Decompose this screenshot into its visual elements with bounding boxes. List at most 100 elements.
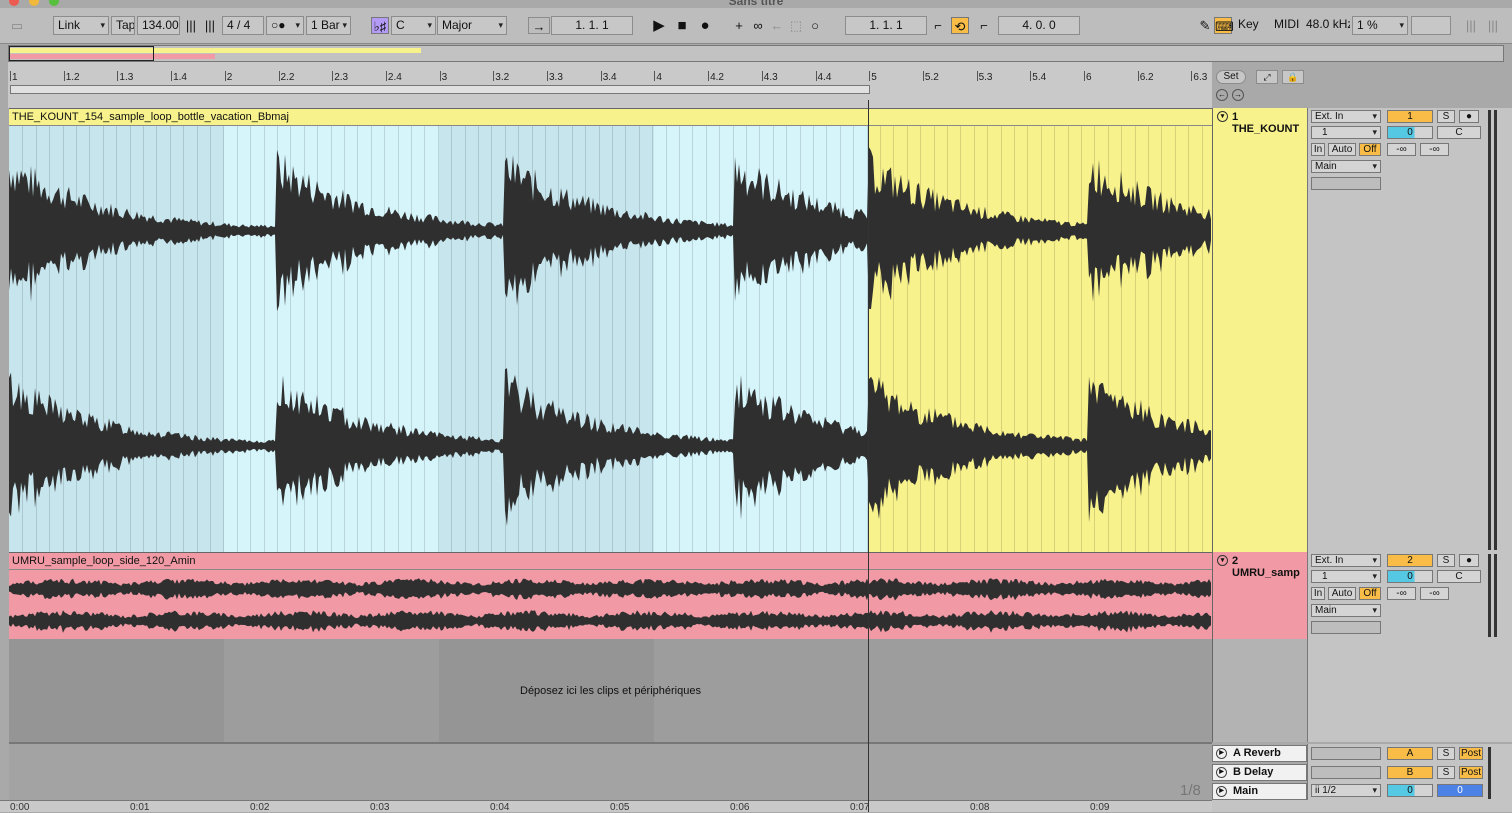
monitor-auto-button[interactable]: Auto (1328, 143, 1356, 156)
main-output-dropdown[interactable]: ii 1/2 (1311, 784, 1381, 797)
fold-icon[interactable]: ▾ (1217, 111, 1228, 122)
metronome-icon[interactable]: ||| (182, 17, 200, 34)
link-button[interactable]: Link (53, 16, 109, 35)
midi-map-button[interactable]: MIDI (1270, 16, 1302, 35)
track-play-icon[interactable]: ▶ (1216, 786, 1227, 797)
loop-circle-icon[interactable]: ○ (806, 17, 824, 34)
tempo-field[interactable]: 134.00 (137, 16, 180, 35)
loop-switch-icon[interactable]: ⟲ (951, 17, 969, 34)
follow-icon[interactable]: → (528, 17, 550, 34)
draw-mode-icon[interactable]: ✎ (1196, 17, 1214, 34)
play-icon[interactable]: ▶ (650, 17, 668, 34)
return-a-input[interactable] (1311, 747, 1381, 760)
track-activator[interactable]: 2 (1387, 554, 1433, 567)
capture-icon[interactable]: ⬚ (787, 17, 805, 34)
stop-icon[interactable]: ■ (673, 17, 691, 34)
clip-name[interactable]: THE_KOUNT_154_sample_loop_bottle_vacatio… (9, 109, 1212, 126)
metronome-settings[interactable]: ○● (266, 16, 304, 35)
expand-icon[interactable]: ⤢ (1256, 70, 1278, 84)
return-b-post[interactable]: Post (1459, 766, 1483, 779)
input-channel-dropdown[interactable]: 1 (1311, 126, 1381, 139)
loop-length-field[interactable]: 4. 0. 0 (998, 16, 1080, 35)
return-track-a[interactable]: ▶ A Reverb (1212, 745, 1307, 762)
track-name[interactable]: 1 THE_KOUNT (1232, 111, 1307, 135)
output-sub-dropdown[interactable] (1311, 177, 1381, 190)
scale-dropdown[interactable]: Major (437, 16, 507, 35)
monitor-off-button[interactable]: Off (1359, 587, 1381, 600)
output-sub-dropdown[interactable] (1311, 621, 1381, 634)
set-locator-button[interactable]: Set (1216, 70, 1246, 84)
solo-button[interactable]: S (1437, 110, 1455, 123)
track-play-icon[interactable]: ▶ (1216, 767, 1227, 778)
detail-toggle-icon[interactable]: ||| (1484, 17, 1502, 34)
main-volume-field[interactable]: 0 (1387, 784, 1433, 797)
add-icon[interactable]: + (730, 17, 748, 34)
pan-field[interactable]: C (1437, 570, 1481, 583)
output-dropdown[interactable]: Main (1311, 160, 1381, 173)
return-a-solo[interactable]: S (1437, 747, 1455, 760)
monitor-in-button[interactable]: In (1311, 143, 1325, 156)
return-track-b[interactable]: ▶ B Delay (1212, 764, 1307, 781)
fold-icon[interactable]: ▾ (1217, 555, 1228, 566)
monitor-auto-button[interactable]: Auto (1328, 587, 1356, 600)
drop-zone[interactable]: Déposez ici les clips et périphériques (9, 639, 1212, 742)
window-title: Sans titre (728, 0, 784, 8)
return-b-solo[interactable]: S (1437, 766, 1455, 779)
input-type-dropdown[interactable]: Ext. In (1311, 110, 1381, 123)
key-root-dropdown[interactable]: C (391, 16, 436, 35)
key-map-button[interactable]: Key (1234, 16, 1262, 35)
link-chain-icon[interactable]: ∞ (749, 17, 767, 34)
send-b-field[interactable]: -∞ (1420, 587, 1449, 600)
audio-clip-track-2[interactable]: UMRU_sample_loop_side_120_Amin (9, 552, 1212, 639)
arm-record-icon[interactable]: ● (1459, 554, 1479, 567)
track-header-2[interactable]: ▾ 2 UMRU_samp (1212, 552, 1307, 639)
loop-brace[interactable] (10, 85, 870, 94)
volume-field[interactable]: 0 (1387, 570, 1433, 583)
monitor-off-button[interactable]: Off (1359, 143, 1381, 156)
track-name[interactable]: 2 UMRU_samp (1232, 555, 1307, 579)
track-activator[interactable]: 1 (1387, 110, 1433, 123)
input-type-dropdown[interactable]: Ext. In (1311, 554, 1381, 567)
return-b-input[interactable] (1311, 766, 1381, 779)
return-b-activator[interactable]: B (1387, 766, 1433, 779)
track-play-icon[interactable]: ▶ (1216, 748, 1227, 759)
cpu-meter[interactable]: 1 % (1352, 16, 1408, 35)
send-b-field[interactable]: -∞ (1420, 143, 1449, 156)
arrangement-overview[interactable] (8, 45, 1504, 62)
send-a-field[interactable]: -∞ (1387, 587, 1416, 600)
punch-out-icon[interactable]: ⌐ (975, 17, 993, 34)
next-locator-icon[interactable]: → (1232, 89, 1244, 101)
time-signature-field[interactable]: 4 / 4 (222, 16, 264, 35)
audio-clip-track-1[interactable]: THE_KOUNT_154_sample_loop_bottle_vacatio… (9, 108, 1212, 552)
monitor-in-button[interactable]: In (1311, 587, 1325, 600)
input-channel-dropdown[interactable]: 1 (1311, 570, 1381, 583)
clip-name[interactable]: UMRU_sample_loop_side_120_Amin (9, 553, 1212, 570)
record-icon[interactable]: ● (696, 17, 714, 34)
pan-field[interactable]: C (1437, 126, 1481, 139)
overview-visible-range[interactable] (9, 46, 154, 61)
punch-in-icon[interactable]: ⌐ (929, 17, 947, 34)
back-icon[interactable]: ← (768, 17, 786, 34)
browser-toggle-icon[interactable]: ||| (1462, 17, 1480, 34)
arm-record-icon[interactable]: ● (1459, 110, 1479, 123)
previous-locator-icon[interactable]: ← (1216, 89, 1228, 101)
track-header-1[interactable]: ▾ 1 THE_KOUNT (1212, 108, 1307, 552)
arrangement-position-field[interactable]: 1. 1. 1 (551, 16, 633, 35)
main-pan-field[interactable]: 0 (1437, 784, 1483, 797)
volume-field[interactable]: 0 (1387, 126, 1433, 139)
loop-start-field[interactable]: 1. 1. 1 (845, 16, 927, 35)
lock-icon[interactable]: 🔒 (1282, 70, 1304, 84)
quantize-dropdown[interactable]: 1 Bar (306, 16, 351, 35)
output-dropdown[interactable]: Main (1311, 604, 1381, 617)
solo-button[interactable]: S (1437, 554, 1455, 567)
send-a-field[interactable]: -∞ (1387, 143, 1416, 156)
main-track[interactable]: ▶ Main (1212, 783, 1307, 800)
time-ruler[interactable]: 0:00 0:01 0:02 0:03 0:04 0:05 0:06 0:07 0:08 0:09 (0, 800, 1212, 813)
view-toggle-icon[interactable]: ▭ (8, 17, 26, 34)
return-a-post[interactable]: Post (1459, 747, 1483, 760)
nudge-icon[interactable]: ||| (201, 17, 219, 34)
computer-keyboard-icon[interactable]: ⌨ (1214, 17, 1234, 34)
scale-mode-icon[interactable]: ♭♯ (371, 17, 389, 34)
return-a-activator[interactable]: A (1387, 747, 1433, 760)
tap-tempo-button[interactable]: Tap (111, 16, 135, 35)
